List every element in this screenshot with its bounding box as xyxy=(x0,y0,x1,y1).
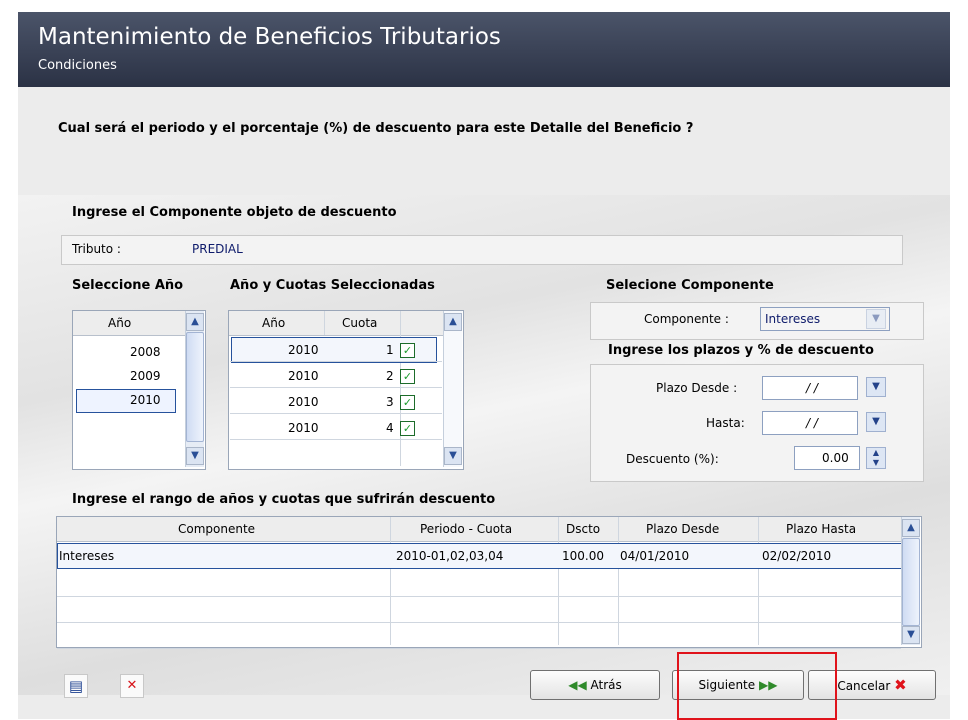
cuota-anio: 2010 xyxy=(288,343,319,357)
tributo-row xyxy=(61,235,903,265)
plazo-desde-label: Plazo Desde : xyxy=(656,381,738,395)
descuento-label: Descuento (%): xyxy=(626,452,719,466)
document-list-icon[interactable]: ▤ xyxy=(64,674,88,698)
rango-col-dscto: Dscto xyxy=(566,522,601,536)
anio-item[interactable]: 2009 xyxy=(130,369,161,383)
table-row-empty[interactable] xyxy=(57,570,901,597)
anio-scroll-thumb[interactable] xyxy=(186,332,204,442)
chevron-up-icon[interactable]: ▲ xyxy=(444,313,462,331)
page-subtitle: Condiciones xyxy=(38,58,117,73)
plazo-desde-value: / / xyxy=(806,381,818,395)
stepper-icon[interactable]: ▲ ▼ xyxy=(866,447,886,469)
anio-item[interactable]: 2008 xyxy=(130,345,161,359)
chevron-up-icon[interactable]: ▲ xyxy=(186,313,204,331)
cuota-anio: 2010 xyxy=(288,369,319,383)
rango-col-componente: Componente xyxy=(178,522,256,536)
chevron-down-icon[interactable]: ▼ xyxy=(866,309,886,329)
chevron-down-icon[interactable]: ▼ xyxy=(444,447,462,465)
selecione-componente-heading: Selecione Componente xyxy=(606,278,774,293)
table-row-empty[interactable] xyxy=(57,622,901,649)
rango-scroll-thumb[interactable] xyxy=(902,538,920,626)
anio-item-label: 2010 xyxy=(130,393,161,407)
highlight-annotation xyxy=(677,652,837,720)
atras-label: Atrás xyxy=(590,678,622,692)
chevron-down-icon[interactable]: ▼ xyxy=(902,626,920,644)
descuento-value: 0.00 xyxy=(822,451,849,465)
page-title: Mantenimiento de Beneficios Tributarios xyxy=(38,24,501,50)
delete-document-icon[interactable]: ✕ xyxy=(120,674,144,698)
chevron-down-icon[interactable]: ▼ xyxy=(186,447,204,465)
rango-col-plazo-hasta: Plazo Hasta xyxy=(786,522,857,536)
cuota-num: 3 xyxy=(386,395,394,409)
cuota-checkbox[interactable]: ✓ xyxy=(400,369,415,384)
componente-value: Intereses xyxy=(765,312,821,326)
cuota-num: 4 xyxy=(386,421,394,435)
rango-plazo-hasta: 02/02/2010 xyxy=(762,549,832,563)
plazo-hasta-label: Hasta: xyxy=(706,416,745,430)
tributo-label: Tributo : xyxy=(72,242,121,256)
cuota-num: 1 xyxy=(386,343,394,357)
plazo-hasta-value: / / xyxy=(806,416,818,430)
double-arrow-left-icon: ◀◀ xyxy=(568,678,587,692)
col-divider xyxy=(324,311,325,335)
anio-col-header: Año xyxy=(108,316,132,330)
anio-item-selected[interactable] xyxy=(76,389,176,413)
question-band xyxy=(18,87,950,195)
rango-heading: Ingrese el rango de años y cuotas que su… xyxy=(72,492,496,507)
header-bar: Mantenimiento de Beneficios Tributarios … xyxy=(18,12,950,87)
cuotas-col-cuota: Cuota xyxy=(342,316,378,330)
anio-cuotas-heading: Año y Cuotas Seleccionadas xyxy=(230,278,435,293)
question-text: Cual será el periodo y el porcentaje (%)… xyxy=(58,121,694,136)
cancelar-label: Cancelar xyxy=(837,679,891,693)
cuota-anio: 2010 xyxy=(288,395,319,409)
seleccione-anio-heading: Seleccione Año xyxy=(72,278,184,293)
rango-plazo-desde: 04/01/2010 xyxy=(620,549,690,563)
rango-col-periodo: Periodo - Cuota xyxy=(420,522,513,536)
componente-label: Componente : xyxy=(644,312,729,326)
chevron-down-icon[interactable]: ▼ xyxy=(866,377,886,397)
cuota-num: 2 xyxy=(386,369,394,383)
cuota-checkbox[interactable]: ✓ xyxy=(400,395,415,410)
rango-periodo: 2010-01,02,03,04 xyxy=(396,549,504,563)
chevron-down-icon[interactable]: ▼ xyxy=(866,412,886,432)
close-icon: ✖ xyxy=(894,676,907,694)
table-row-empty[interactable] xyxy=(57,596,901,623)
cuota-checkbox[interactable]: ✓ xyxy=(400,343,415,358)
cuota-anio: 2010 xyxy=(288,421,319,435)
rango-componente: Intereses xyxy=(59,549,115,563)
cuotas-col-anio: Año xyxy=(262,316,286,330)
plazos-heading: Ingrese los plazos y % de descuento xyxy=(608,343,874,358)
chevron-up-icon[interactable]: ▲ xyxy=(902,519,920,537)
cuotas-scrollbar[interactable] xyxy=(443,311,462,467)
atras-button[interactable]: ◀◀ Atrás xyxy=(530,670,660,700)
componente-heading: Ingrese el Componente objeto de descuent… xyxy=(72,205,397,220)
tributo-value: PREDIAL xyxy=(192,242,243,256)
rango-dscto: 100.00 xyxy=(562,549,604,563)
cuota-checkbox[interactable]: ✓ xyxy=(400,421,415,436)
rango-col-plazo-desde: Plazo Desde xyxy=(646,522,720,536)
